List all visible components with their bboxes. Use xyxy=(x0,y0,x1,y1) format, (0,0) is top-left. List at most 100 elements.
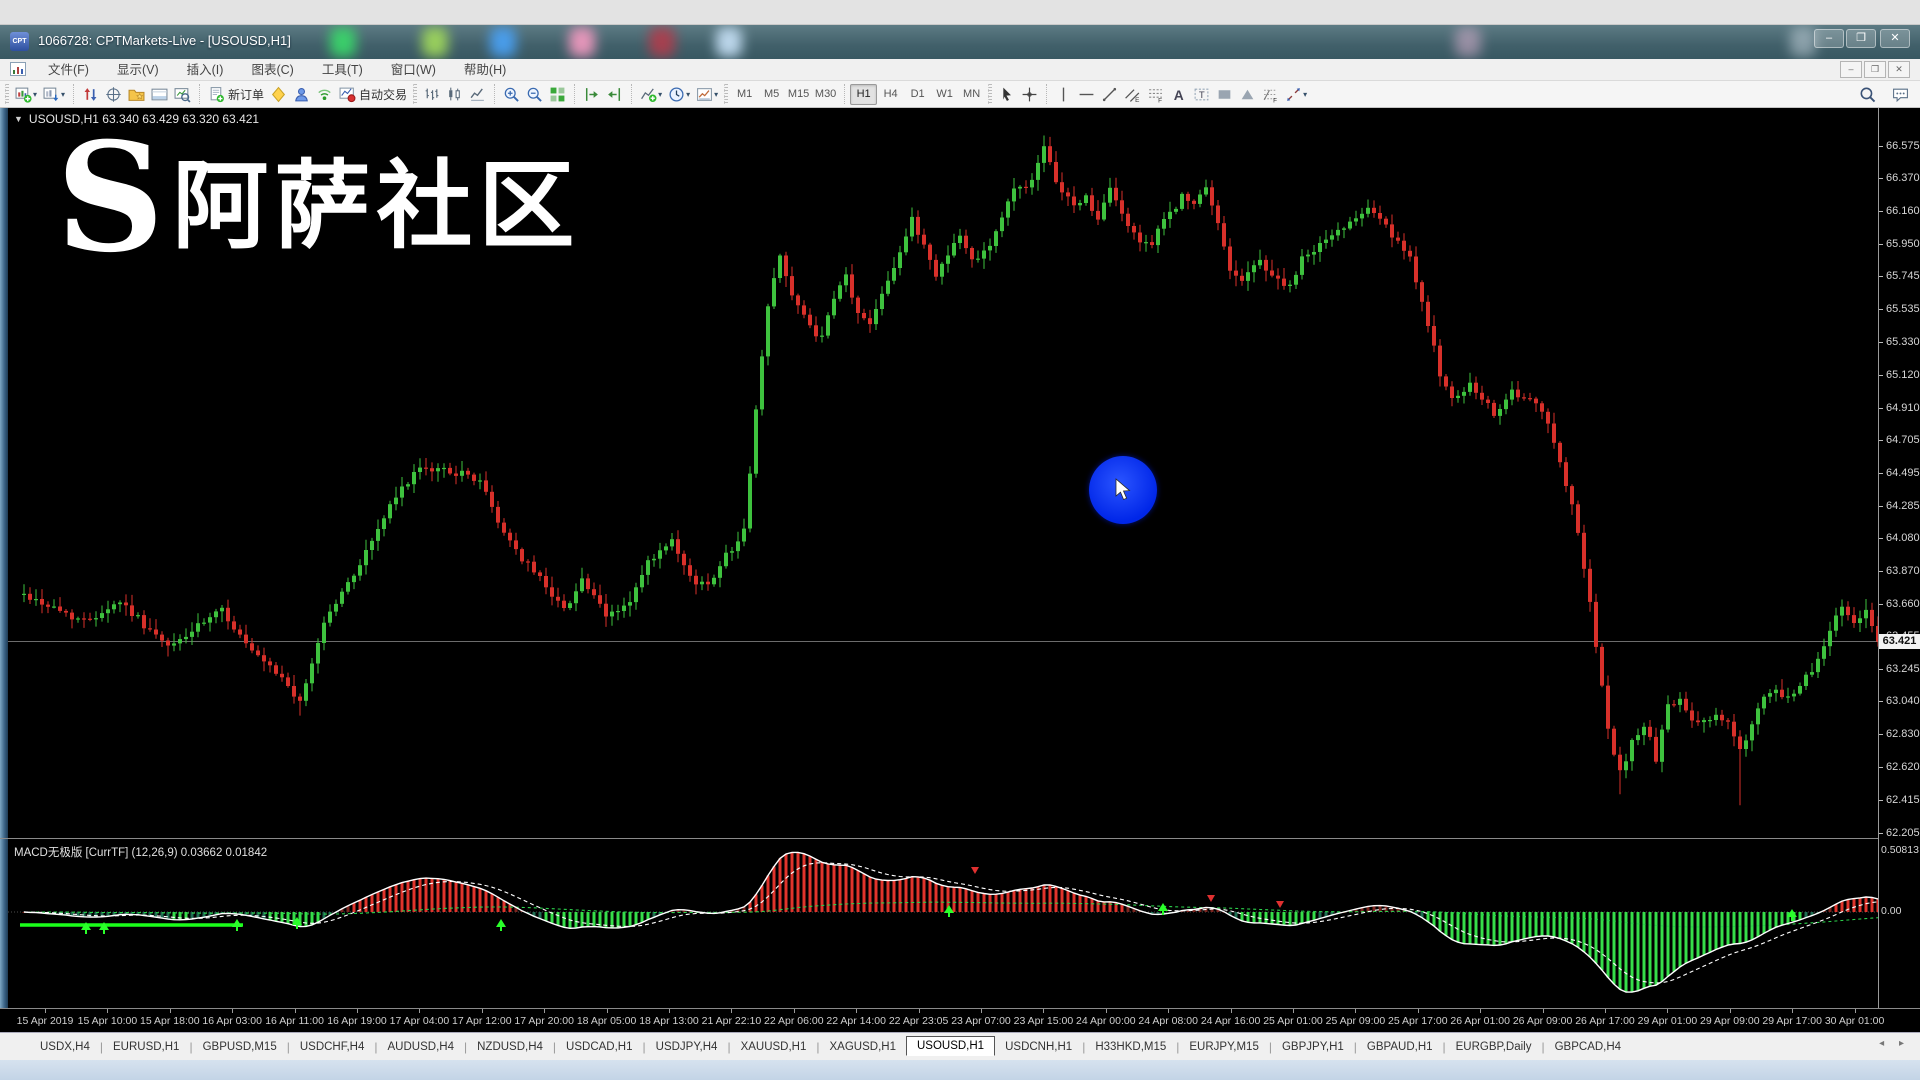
timeframe-mn-button[interactable]: MN xyxy=(958,84,985,105)
mdi-minimize-button[interactable]: – xyxy=(1840,61,1862,78)
search-icon-button[interactable] xyxy=(1856,83,1879,106)
mdi-restore-button[interactable]: ❐ xyxy=(1864,61,1886,78)
chart-tab-gbpcad[interactable]: GBPCAD,H4 xyxy=(1545,1037,1631,1057)
chartplus-icon xyxy=(15,86,32,103)
cursor-button[interactable] xyxy=(995,83,1018,106)
new-chart-button[interactable]: ▾ xyxy=(12,83,40,106)
horizontal-line-button[interactable] xyxy=(1075,83,1098,106)
chart-tab-eurusd[interactable]: EURUSD,H1 xyxy=(103,1037,189,1057)
timeframe-m5-button[interactable]: M5 xyxy=(758,84,785,105)
chart-tab-gbpjpy[interactable]: GBPJPY,H1 xyxy=(1272,1037,1354,1057)
chat-icon-button[interactable] xyxy=(1889,83,1912,106)
price-axis[interactable]: 66.57566.37066.16065.95065.74565.53565.3… xyxy=(1878,108,1920,1008)
chart-tab-nzdusd[interactable]: NZDUSD,H4 xyxy=(467,1037,553,1057)
chart-tab-usdchf[interactable]: USDCHF,H4 xyxy=(290,1037,375,1057)
timeframe-d1-button[interactable]: D1 xyxy=(904,84,931,105)
timeframe-m30-button[interactable]: M30 xyxy=(812,84,839,105)
menu-t[interactable]: 工具(T) xyxy=(308,59,377,81)
chart-tab-audusd[interactable]: AUDUSD,H4 xyxy=(378,1037,464,1057)
timeframe-w1-button[interactable]: W1 xyxy=(931,84,958,105)
search-icon xyxy=(1859,86,1876,103)
mdi-close-button[interactable]: ✕ xyxy=(1888,61,1910,78)
app-icon[interactable]: CPT xyxy=(10,32,29,51)
community-button[interactable] xyxy=(290,83,313,106)
line-chart-button[interactable] xyxy=(466,83,489,106)
dropdown-arrow-icon[interactable]: ▾ xyxy=(658,90,662,99)
dropdown-arrow-icon[interactable]: ▾ xyxy=(61,90,65,99)
triangle-button[interactable] xyxy=(1236,83,1259,106)
zoom-out-button[interactable] xyxy=(523,83,546,106)
timeframe-m1-button[interactable]: M1 xyxy=(731,84,758,105)
chart-tab-eurgbp[interactable]: EURGBP,Daily xyxy=(1446,1037,1542,1057)
dropdown-arrow-icon[interactable]: ▾ xyxy=(1303,90,1307,99)
chart-tab-usdjpy[interactable]: USDJPY,H4 xyxy=(646,1037,728,1057)
menu-c[interactable]: 图表(C) xyxy=(237,59,307,81)
menu-i[interactable]: 插入(I) xyxy=(173,59,238,81)
trendline-button[interactable] xyxy=(1098,83,1121,106)
chart-tab-xauusd[interactable]: XAUUSD,H1 xyxy=(731,1037,817,1057)
text-button[interactable]: A xyxy=(1167,83,1190,106)
crosshaircircle-icon xyxy=(105,86,122,103)
dropdown-arrow-icon[interactable]: ▾ xyxy=(33,90,37,99)
market-watch-button[interactable] xyxy=(79,83,102,106)
maximize-button[interactable]: ❐ xyxy=(1846,29,1876,48)
crosshair-button[interactable] xyxy=(1018,83,1041,106)
chart-tab-usdcad[interactable]: USDCAD,H1 xyxy=(556,1037,642,1057)
menu-f[interactable]: 文件(F) xyxy=(34,59,103,81)
profiles-button[interactable]: ▾ xyxy=(40,83,68,106)
navigator-button[interactable] xyxy=(125,83,148,106)
new-order-button[interactable]: 新订单 xyxy=(205,83,267,106)
timeframe-h4-button[interactable]: H4 xyxy=(877,84,904,105)
macd-indicator-panel[interactable] xyxy=(8,839,1878,1008)
fibonacci-button[interactable]: F xyxy=(1144,83,1167,106)
timeframe-m15-button[interactable]: M15 xyxy=(785,84,812,105)
menu-w[interactable]: 窗口(W) xyxy=(377,59,450,81)
time-tick xyxy=(794,1009,795,1013)
auto-scroll-button[interactable] xyxy=(580,83,603,106)
price-tick xyxy=(1879,342,1883,343)
price-axis-label: 64.910 xyxy=(1886,402,1920,414)
close-button[interactable]: ✕ xyxy=(1880,29,1910,48)
time-axis[interactable]: 15 Apr 201915 Apr 10:0015 Apr 18:0016 Ap… xyxy=(0,1009,1920,1032)
data-window-button[interactable] xyxy=(102,83,125,106)
price-axis-label: 66.160 xyxy=(1886,205,1920,217)
chart-tab-xagusd[interactable]: XAGUSD,H1 xyxy=(820,1037,906,1057)
tab-scroll-arrows[interactable]: ◂ ▸ xyxy=(1879,1038,1910,1049)
equidistant-channel-button[interactable]: E xyxy=(1121,83,1144,106)
menu-v[interactable]: 显示(V) xyxy=(103,59,173,81)
autotrading-button[interactable]: 自动交易 xyxy=(336,83,410,106)
vertical-line-button[interactable] xyxy=(1052,83,1075,106)
chart-tab-h33hkd[interactable]: H33HKD,M15 xyxy=(1085,1037,1176,1057)
chart-tab-usousd[interactable]: USOUSD,H1 xyxy=(906,1036,995,1056)
text-label-button[interactable]: T xyxy=(1190,83,1213,106)
menu-h[interactable]: 帮助(H) xyxy=(450,59,520,81)
chart-shift-button[interactable] xyxy=(603,83,626,106)
zoom-in-button[interactable] xyxy=(500,83,523,106)
chart-tab-usdx[interactable]: USDX,H4 xyxy=(30,1037,100,1057)
chart-tab-eurjpy[interactable]: EURJPY,M15 xyxy=(1179,1037,1268,1057)
signals-button[interactable] xyxy=(313,83,336,106)
fibo-channel-button[interactable]: F xyxy=(1259,83,1282,106)
rectangle-button[interactable] xyxy=(1213,83,1236,106)
tile-windows-button[interactable] xyxy=(546,83,569,106)
toolbar-separator xyxy=(73,84,74,104)
chevron-down-icon[interactable]: ▼ xyxy=(14,114,23,124)
timeframe-h1-button[interactable]: H1 xyxy=(850,84,877,105)
bar-chart-button[interactable] xyxy=(420,83,443,106)
minimize-button[interactable]: – xyxy=(1814,29,1844,48)
testchart-icon xyxy=(174,86,191,103)
dropdown-arrow-icon[interactable]: ▾ xyxy=(686,90,690,99)
arrows-button[interactable]: ▾ xyxy=(1282,83,1310,106)
chart-tab-gbpaud[interactable]: GBPAUD,H1 xyxy=(1357,1037,1443,1057)
candlestick-chart-button[interactable] xyxy=(443,83,466,106)
templates-button[interactable]: ▾ xyxy=(693,83,721,106)
terminal-button[interactable] xyxy=(148,83,171,106)
price-tick xyxy=(1879,276,1883,277)
dropdown-arrow-icon[interactable]: ▾ xyxy=(714,90,718,99)
indicators-button[interactable]: ▾ xyxy=(637,83,665,106)
strategy-tester-button[interactable] xyxy=(171,83,194,106)
metaeditor-button[interactable] xyxy=(267,83,290,106)
chart-tab-gbpusd[interactable]: GBPUSD,M15 xyxy=(193,1037,287,1057)
periods-button[interactable]: ▾ xyxy=(665,83,693,106)
chart-tab-usdcnh[interactable]: USDCNH,H1 xyxy=(995,1037,1082,1057)
